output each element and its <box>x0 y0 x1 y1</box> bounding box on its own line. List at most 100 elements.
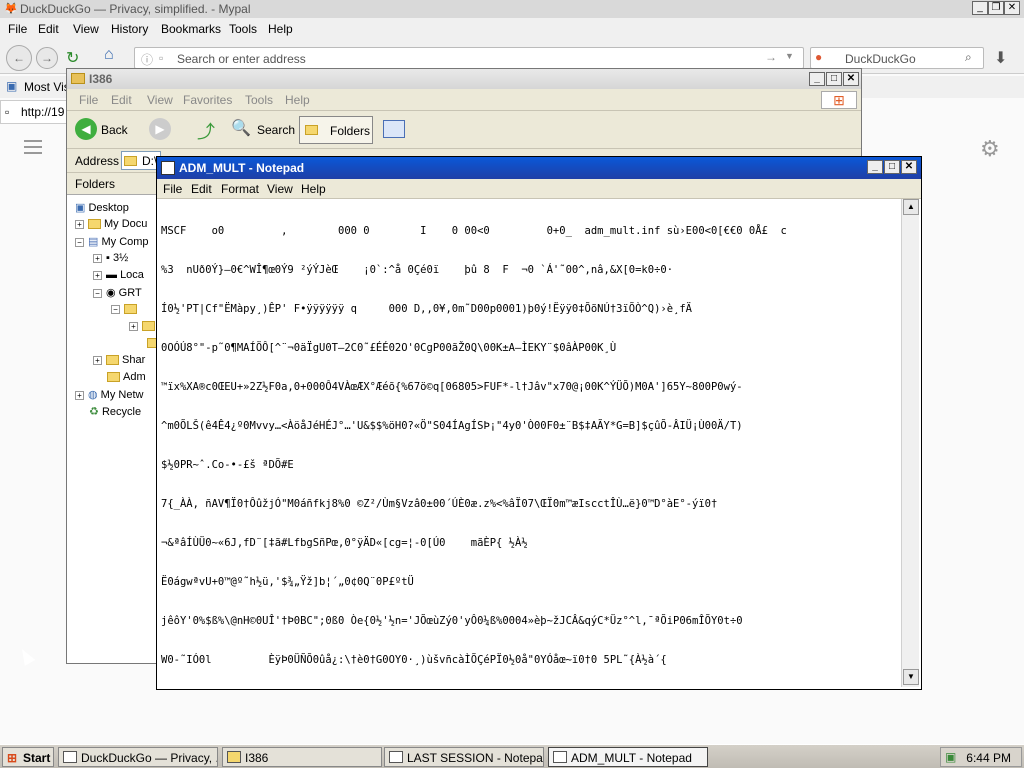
menu-file[interactable]: File <box>79 93 98 107</box>
explorer-menubar: File Edit View Favorites Tools Help ⊞ <box>67 89 861 111</box>
windows-logo-icon: ⊞ <box>7 751 18 765</box>
menu-tools[interactable]: Tools <box>245 93 273 107</box>
collapse-icon[interactable]: − <box>93 288 102 298</box>
collapse-icon[interactable]: − <box>111 304 120 314</box>
search-icon[interactable]: ⌕ <box>965 50 972 65</box>
tree-item-floppy[interactable]: + ▪ 3½ <box>93 252 128 264</box>
minimize-button[interactable]: _ <box>867 160 883 174</box>
menu-help[interactable]: Help <box>285 93 310 107</box>
menu-edit[interactable]: Edit <box>38 22 59 36</box>
gear-icon[interactable]: ⚙ <box>980 136 1000 162</box>
tree-item-recycle-bin[interactable]: ♻ Recycle <box>89 405 141 418</box>
cd-drive-icon: ◉ <box>106 287 116 299</box>
dropdown-icon[interactable]: ▼ <box>785 51 794 61</box>
url-bar[interactable]: ⓘ ▫ Search or enter address → ▼ <box>134 47 804 69</box>
text-line: $½0PR~ˆ.Co-•-£š ªDÕ#E <box>161 459 294 471</box>
tree-item-shared[interactable]: + Shar <box>93 354 145 366</box>
explorer-title: I386 <box>89 72 113 86</box>
restore-button[interactable]: ❐ <box>988 1 1004 15</box>
address-field[interactable]: D:\ <box>121 151 161 170</box>
taskbar-button-adm-mult[interactable]: ADM_MULT - Notepad <box>548 747 708 767</box>
folders-icon <box>305 125 318 135</box>
menu-view[interactable]: View <box>147 93 173 107</box>
tree-item-my-documents[interactable]: + My Docu <box>75 218 147 230</box>
tree-item-desktop[interactable]: ▣ Desktop <box>75 201 129 214</box>
network-status-icon[interactable]: ▣ <box>945 750 956 764</box>
back-arrow-icon[interactable]: ◀ <box>75 118 97 140</box>
menu-edit[interactable]: Edit <box>191 182 212 196</box>
forward-arrow-icon[interactable]: → <box>36 47 58 69</box>
tree-item-admin[interactable]: Adm <box>107 371 146 383</box>
close-button[interactable]: ✕ <box>1004 1 1020 15</box>
reload-icon[interactable]: ↻ <box>66 48 86 68</box>
start-button[interactable]: ⊞ Start <box>2 747 54 767</box>
browser-menubar: File Edit View History Bookmarks Tools H… <box>0 18 1024 40</box>
duckduckgo-icon: ● <box>815 50 823 64</box>
collapse-icon[interactable]: − <box>75 237 84 247</box>
minimize-button[interactable]: _ <box>809 72 825 86</box>
expand-icon[interactable]: + <box>93 253 102 263</box>
tree-item-my-network[interactable]: + ◍ My Netw <box>75 388 143 401</box>
up-folder-icon[interactable]: ⤴ <box>197 118 215 144</box>
expand-icon[interactable]: + <box>75 219 84 229</box>
menu-edit[interactable]: Edit <box>111 93 132 107</box>
notepad-text-area[interactable]: MSCF o0 , 000 0 I 0 00<0 0+0_ adm_mult.i… <box>161 199 901 687</box>
clock[interactable]: 6:44 PM <box>966 751 1011 765</box>
back-button[interactable]: Back <box>101 123 128 137</box>
expand-icon[interactable]: + <box>93 270 102 280</box>
notepad-window: ADM_MULT - Notepad _ □ ✕ File Edit Forma… <box>156 156 922 690</box>
menu-help[interactable]: Help <box>301 182 326 196</box>
taskbar-label: I386 <box>245 751 269 765</box>
menu-history[interactable]: History <box>111 22 148 36</box>
scroll-down-icon[interactable]: ▼ <box>903 669 919 685</box>
search-icon[interactable]: 🔍 <box>231 118 251 138</box>
maximize-button[interactable]: □ <box>826 72 842 86</box>
start-label: Start <box>23 751 51 765</box>
menu-file[interactable]: File <box>163 182 182 196</box>
menu-tools[interactable]: Tools <box>229 22 257 36</box>
home-icon[interactable]: ⌂ <box>104 46 124 66</box>
menu-file[interactable]: File <box>8 22 27 36</box>
scroll-up-icon[interactable]: ▲ <box>903 199 919 215</box>
taskbar-button-explorer[interactable]: I386 <box>222 747 382 767</box>
menu-bookmarks[interactable]: Bookmarks <box>161 22 221 36</box>
go-arrow-icon[interactable]: → <box>765 50 777 64</box>
views-icon[interactable] <box>383 120 405 138</box>
expand-icon[interactable]: + <box>93 355 102 365</box>
drive-icon <box>124 156 137 166</box>
menu-view[interactable]: View <box>73 22 99 36</box>
expand-icon[interactable]: + <box>75 390 84 400</box>
browser-titlebar: 🦊 DuckDuckGo — Privacy, simplified. - My… <box>0 0 1024 18</box>
menu-favorites[interactable]: Favorites <box>183 93 232 107</box>
menu-format[interactable]: Format <box>221 182 259 196</box>
folder-icon <box>142 321 155 332</box>
folders-toggle[interactable]: Folders <box>299 116 373 144</box>
tree-item-subfolder[interactable]: + <box>129 320 158 332</box>
page-icon: ▫ <box>159 51 164 65</box>
tab-icon: ▫ <box>5 105 10 119</box>
back-arrow-icon[interactable]: ← <box>6 45 32 71</box>
tree-item-my-computer[interactable]: − ▤ My Comp <box>75 235 149 248</box>
tree-item-local-disk[interactable]: + ▬ Loca <box>93 269 144 281</box>
menu-help[interactable]: Help <box>268 22 293 36</box>
minimize-button[interactable]: _ <box>972 1 988 15</box>
tree-item-grt[interactable]: − ◉ GRT <box>93 286 142 299</box>
expand-icon[interactable]: + <box>129 321 138 331</box>
tree-item-subfolder[interactable]: − <box>111 303 140 315</box>
url-placeholder: Search or enter address <box>177 52 306 66</box>
close-button[interactable]: ✕ <box>901 160 917 174</box>
search-button[interactable]: Search <box>257 123 295 137</box>
maximize-button[interactable]: □ <box>884 160 900 174</box>
taskbar-button-last-session[interactable]: LAST SESSION - Notepad <box>384 747 544 767</box>
search-bar[interactable]: ● DuckDuckGo ⌕ <box>810 47 984 69</box>
browser-title: DuckDuckGo — Privacy, simplified. - Mypa… <box>20 2 251 16</box>
hamburger-menu-icon[interactable] <box>24 140 42 154</box>
notepad-menubar: File Edit Format View Help <box>157 179 921 199</box>
folder-icon <box>106 355 119 366</box>
download-icon[interactable]: ⬇ <box>994 48 1007 68</box>
taskbar-button-browser[interactable]: DuckDuckGo — Privacy, ... <box>58 747 218 767</box>
forward-arrow-icon[interactable]: ▶ <box>149 118 171 140</box>
close-button[interactable]: ✕ <box>843 72 859 86</box>
menu-view[interactable]: View <box>267 182 293 196</box>
vertical-scrollbar[interactable]: ▲ ▼ <box>901 199 919 687</box>
